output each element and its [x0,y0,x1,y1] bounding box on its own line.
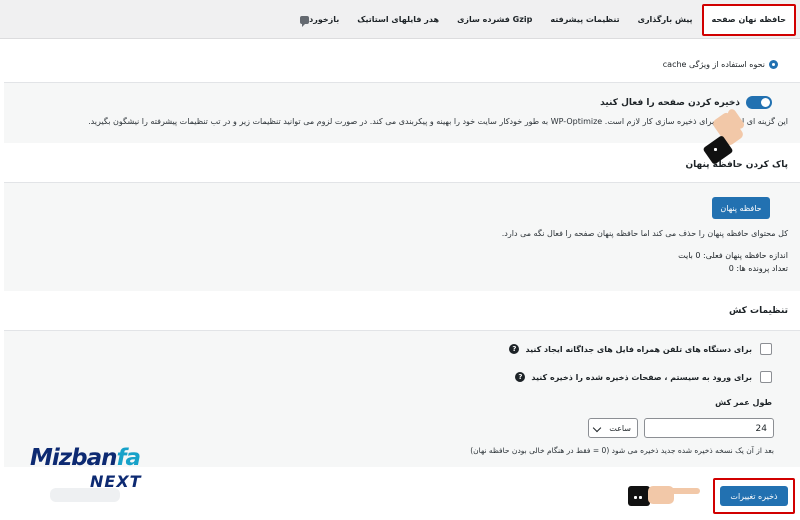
tab-label: بازخورد [309,15,340,24]
tab-label: تنظیمات پیشرفته [550,15,620,24]
purge-button-label: حافظه پنهان [720,203,762,213]
settings-tabs-bar: حافظه نهان صفحه پیش بارگذاری تنظیمات پیش… [0,0,800,39]
tab-label: فشرده سازی Gzip [457,15,533,24]
tab-gzip[interactable]: فشرده سازی Gzip [448,5,541,35]
loggedin-cache-row: برای ورود به سیستم ، صفحات ذخیره شده را … [515,371,772,383]
enable-cache-card: ذخیره کردن صفحه را فعال کنید این گزینه ا… [4,82,800,143]
cache-size-text: اندازه حافظه پنهان فعلی: 0 بایت [678,251,788,260]
brand-text-a: Mizban [30,445,118,471]
purge-card: حافظه پنهان کل محتوای حافظه پنهان را حذف… [4,182,800,291]
save-button-highlight: ذخیره تغییرات [713,478,795,514]
tab-static-headers[interactable]: هدر فایلهای استاتیک [348,5,448,35]
chevron-down-icon [592,423,602,433]
cache-lifespan-input[interactable]: 24 [644,418,774,438]
tab-label: هدر فایلهای استاتیک [357,15,440,24]
loggedin-cache-label: برای ورود به سیستم ، صفحات ذخیره شده را … [531,372,752,382]
lifespan-unit-value: ساعت [609,424,631,433]
cache-settings-title: تنظیمات کش [728,306,788,316]
help-circle-icon [769,60,778,69]
enable-cache-description: این گزینه ای است که برای ذخیره سازی کار … [88,117,788,126]
toggle-knob [761,98,770,107]
purge-cache-button[interactable]: حافظه پنهان [712,197,770,219]
tab-page-cache[interactable]: حافظه نهان صفحه [701,4,796,36]
pointer-hand-illustration [702,107,752,168]
howto-label: نحوه استفاده از ویژگی cache [662,60,765,69]
cache-lifespan-label: طول عمر کش [715,398,772,407]
question-icon[interactable]: ? [515,372,526,382]
brand-text-b: fa [116,445,142,471]
tab-preload[interactable]: پیش بارگذاری [629,5,702,35]
save-changes-button[interactable]: ذخیره تغییرات [720,486,788,506]
save-button-label: ذخیره تغییرات [730,491,778,501]
enable-cache-label: ذخیره کردن صفحه را فعال کنید [600,97,740,108]
purge-section-title: پاک کردن حافظه پنهان [685,160,788,170]
blurred-area [50,488,120,502]
tabs-nav: حافظه نهان صفحه پیش بارگذاری تنظیمات پیش… [288,4,796,36]
pointer-hand-illustration [628,478,708,508]
brand-logo-line1: Mizbanfa [30,445,142,471]
tab-label: حافظه نهان صفحه [711,15,786,24]
mobile-cache-row: برای دستگاه های تلفن همراه فایل های جداگ… [509,343,772,355]
tab-label: پیش بارگذاری [637,15,693,24]
cache-lifespan-description: بعد از آن یک نسخه ذخیره شده جدید ذخیره م… [470,446,774,455]
howto-link[interactable]: نحوه استفاده از ویژگی cache [663,60,778,69]
mobile-cache-checkbox[interactable] [760,343,772,355]
question-icon[interactable]: ? [509,344,520,354]
tab-feedback[interactable]: بازخورد [288,5,348,35]
purge-description: کل محتوای حافظه پنهان را حذف می کند اما … [501,229,788,238]
feedback-icon [300,15,310,27]
lifespan-unit-select[interactable]: ساعت [588,418,638,438]
mobile-cache-label: برای دستگاه های تلفن همراه فایل های جداگ… [525,344,752,354]
loggedin-cache-checkbox[interactable] [760,371,772,383]
tab-advanced-settings[interactable]: تنظیمات پیشرفته [541,5,628,35]
cache-files-count: تعداد پرونده ها: 0 [728,264,788,273]
